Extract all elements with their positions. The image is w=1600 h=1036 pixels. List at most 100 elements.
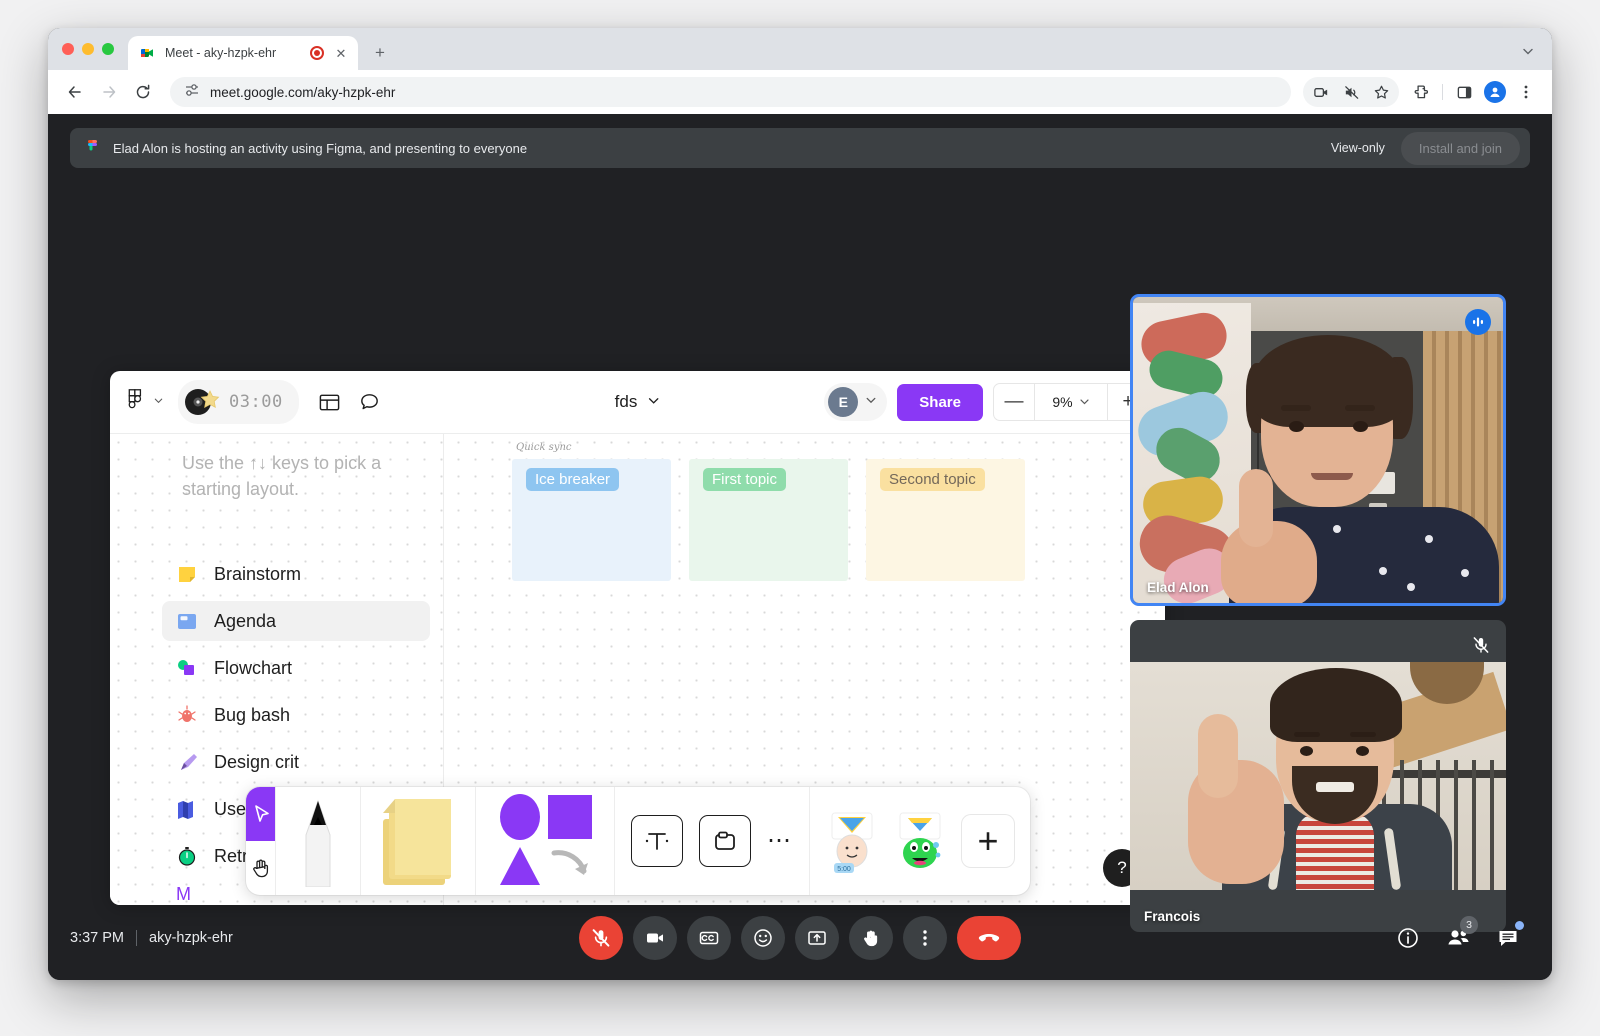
layout-item-design-crit[interactable]: Design crit	[162, 742, 430, 782]
text-tool-icon[interactable]	[631, 815, 683, 867]
pen-nib-icon	[176, 751, 198, 773]
recording-indicator-icon[interactable]	[310, 46, 324, 60]
clock-time: 3:37 PM	[70, 930, 124, 946]
sticker-face-icon[interactable]: 5:00	[826, 811, 878, 873]
layout-item-brainstorm[interactable]: Brainstorm	[162, 554, 430, 594]
figma-canvas[interactable]: Use the ↑↓ keys to pick a starting layou…	[110, 434, 1165, 905]
screen-share-icon[interactable]	[1307, 78, 1335, 106]
figma-toolbar-right: E Share — 9% +	[824, 383, 1149, 421]
agenda-column[interactable]: Ice breaker	[512, 459, 671, 581]
browser-tab[interactable]: Meet - aky-hzpk-ehr ✕	[128, 36, 358, 70]
microphone-muted-button[interactable]	[579, 916, 623, 960]
figma-file-name-button[interactable]: fds	[615, 392, 661, 412]
map-icon	[176, 798, 198, 820]
maximize-window-button[interactable]	[102, 43, 114, 55]
cursor-tool-group	[246, 787, 276, 895]
forward-arrow-icon[interactable]	[94, 77, 124, 107]
comment-bubble-icon[interactable]	[353, 385, 387, 419]
avatar: E	[828, 387, 859, 417]
layout-item-flowchart[interactable]: Flowchart	[162, 648, 430, 688]
meet-controls	[579, 916, 1021, 960]
figma-timer-value: 03:00	[229, 392, 283, 412]
music-disc-star-icon	[183, 385, 223, 419]
profile-avatar-icon[interactable]	[1484, 81, 1506, 103]
share-button[interactable]: Share	[897, 383, 983, 421]
zoom-level-button[interactable]: 9%	[1034, 384, 1108, 420]
end-call-button[interactable]	[957, 916, 1021, 960]
figma-logo-icon	[126, 388, 145, 416]
camera-button[interactable]	[633, 916, 677, 960]
sticker-monster-icon[interactable]	[894, 811, 946, 871]
chevron-down-icon[interactable]	[1514, 37, 1542, 65]
bookmark-star-icon[interactable]	[1367, 78, 1395, 106]
meeting-code: aky-hzpk-ehr	[149, 930, 233, 946]
toolbar-divider	[1442, 84, 1443, 100]
stopwatch-icon	[176, 845, 198, 867]
browser-menu-icon[interactable]	[1512, 78, 1540, 106]
present-screen-button[interactable]	[795, 916, 839, 960]
audio-level-icon	[1465, 309, 1491, 335]
frame-tool-icon[interactable]	[699, 815, 751, 867]
hand-pan-icon[interactable]	[246, 841, 275, 895]
bug-icon	[176, 704, 198, 726]
cursor-arrow-icon[interactable]	[246, 787, 275, 841]
raise-hand-button[interactable]	[849, 916, 893, 960]
figma-timer-widget[interactable]: 03:00	[178, 380, 299, 424]
browser-window: Meet - aky-hzpk-ehr ✕ + meet.google.com/…	[48, 28, 1552, 980]
minimize-window-button[interactable]	[82, 43, 94, 55]
agenda-board-icon	[176, 610, 198, 632]
captions-button[interactable]	[687, 916, 731, 960]
media-controls-pill	[1303, 77, 1399, 107]
more-options-button[interactable]	[903, 916, 947, 960]
agenda-board-columns: Ice breaker First topic Second topic	[512, 459, 1025, 581]
widgets-section: 5:00 +	[810, 787, 1030, 895]
tune-sliders-icon[interactable]	[184, 82, 200, 103]
agenda-column[interactable]: First topic	[689, 459, 848, 581]
zoom-controls: — 9% +	[993, 383, 1149, 421]
figma-logo-button[interactable]	[126, 388, 164, 416]
side-panel-icon[interactable]	[1450, 78, 1478, 106]
participant-tile-elad-alon[interactable]: Elad Alon	[1130, 294, 1506, 606]
layout-item-label: Bug bash	[214, 704, 291, 725]
extensions-puzzle-icon[interactable]	[1407, 78, 1435, 106]
browser-tab-title: Meet - aky-hzpk-ehr	[165, 46, 277, 60]
layout-item-agenda[interactable]: Agenda	[162, 601, 430, 641]
pen-tool-section[interactable]	[276, 787, 361, 895]
back-arrow-icon[interactable]	[60, 77, 90, 107]
agenda-board-preview[interactable]: Quick sync Ice breaker First topic Secon…	[512, 442, 1025, 581]
shapes-tool-section[interactable]	[476, 787, 615, 895]
close-window-button[interactable]	[62, 43, 74, 55]
zoom-level-value: 9%	[1052, 394, 1073, 410]
address-bar-url: meet.google.com/aky-hzpk-ehr	[210, 84, 396, 100]
chat-unread-dot	[1515, 921, 1524, 930]
sticky-note-tool-section[interactable]	[361, 787, 476, 895]
chat-button[interactable]	[1486, 916, 1530, 960]
audio-muted-tab-icon[interactable]	[1337, 78, 1365, 106]
participant-tile-francois[interactable]: Francois	[1130, 620, 1506, 932]
zoom-out-button[interactable]: —	[994, 391, 1034, 413]
participant-name: Francois	[1144, 909, 1201, 924]
new-tab-plus-icon[interactable]: +	[366, 39, 394, 67]
agenda-column-label: First topic	[703, 468, 787, 491]
figma-activity-surface: 03:00 fds E Share — 9% + Use the ↑↓ keys…	[110, 371, 1165, 905]
reactions-button[interactable]	[741, 916, 785, 960]
figma-file-name: fds	[614, 392, 638, 411]
figma-presence-group[interactable]: E	[824, 383, 888, 421]
reload-icon[interactable]	[128, 77, 158, 107]
address-bar[interactable]: meet.google.com/aky-hzpk-ehr	[170, 77, 1291, 107]
more-horizontal-icon[interactable]: ⋯	[767, 828, 793, 853]
participants-button[interactable]: 3	[1436, 916, 1480, 960]
participant-video	[1130, 662, 1506, 890]
close-icon[interactable]: ✕	[333, 45, 349, 61]
view-only-label: View-only	[1330, 141, 1385, 155]
pen-marker-icon	[292, 791, 344, 892]
text-and-frame-section: ⋯	[615, 787, 810, 895]
meeting-details-button[interactable]	[1386, 916, 1430, 960]
layout-panels-icon[interactable]	[313, 385, 347, 419]
browser-omnibar: meet.google.com/aky-hzpk-ehr	[48, 70, 1552, 114]
agenda-column[interactable]: Second topic	[866, 459, 1025, 581]
layout-item-bug-bash[interactable]: Bug bash	[162, 695, 430, 735]
add-widget-button[interactable]: +	[962, 815, 1014, 867]
install-and-join-button[interactable]: Install and join	[1400, 131, 1520, 165]
flowchart-shapes-icon	[176, 657, 198, 679]
